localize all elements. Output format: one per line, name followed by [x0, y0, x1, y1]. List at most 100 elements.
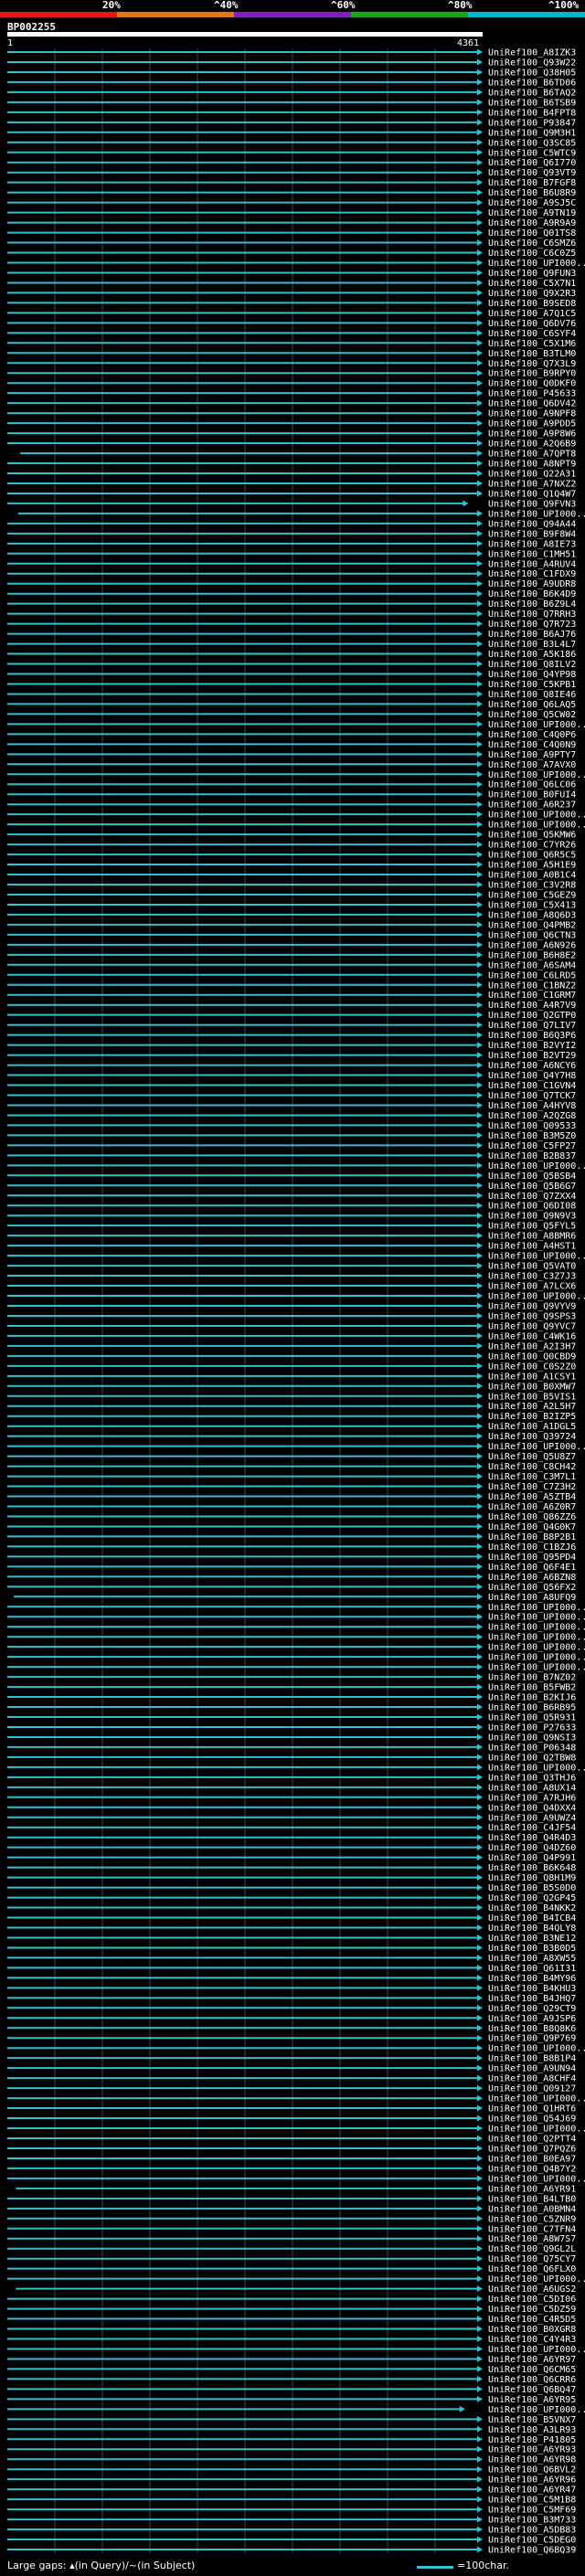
hit-label[interactable]: UniRef100_B0XGR8	[488, 2325, 576, 2335]
hit-label[interactable]: UniRef100_P45633	[488, 389, 576, 399]
hit-label[interactable]: UniRef100_Q9P769	[488, 2034, 576, 2044]
hit-label[interactable]: UniRef100_Q9VYV9	[488, 1301, 576, 1311]
hit-label[interactable]: UniRef100_C5X1M6	[488, 339, 576, 349]
hit-label[interactable]: UniRef100_B7FGF8	[488, 178, 576, 188]
hit-label[interactable]: UniRef100_B0XMW7	[488, 1382, 576, 1392]
hit-label[interactable]: UniRef100_B6RB95	[488, 1703, 576, 1713]
hit-label[interactable]: UniRef100_UPI000...	[488, 509, 585, 519]
hit-label[interactable]: UniRef100_A9PDD5	[488, 419, 576, 429]
hit-label[interactable]: UniRef100_UPI000...	[488, 2174, 585, 2184]
hit-label[interactable]: UniRef100_B9RPY0	[488, 369, 576, 379]
hit-label[interactable]: UniRef100_Q6DV42	[488, 399, 576, 409]
hit-label[interactable]: UniRef100_B3M733	[488, 2516, 576, 2526]
hit-label[interactable]: UniRef100_Q1HRT6	[488, 2104, 576, 2115]
hit-label[interactable]: UniRef100_Q2GP45	[488, 1893, 576, 1903]
hit-label[interactable]: UniRef100_B6TD06	[488, 78, 576, 88]
hit-label[interactable]: UniRef100_C4JF54	[488, 1823, 576, 1833]
hit-label[interactable]: UniRef100_Q7PQZ6	[488, 2144, 576, 2154]
hit-label[interactable]: UniRef100_A7NXZ2	[488, 479, 576, 489]
hit-label[interactable]: UniRef100_UPI000...	[488, 1252, 585, 1262]
hit-label[interactable]: UniRef100_A3LR93	[488, 2425, 576, 2435]
hit-label[interactable]: UniRef100_C5M1B8	[488, 2496, 576, 2506]
hit-label[interactable]: UniRef100_Q38H05	[488, 68, 576, 78]
hit-label[interactable]: UniRef100_P06348	[488, 1743, 576, 1753]
hit-label[interactable]: UniRef100_B6Q3P6	[488, 1031, 576, 1041]
hit-label[interactable]: UniRef100_A6YR93	[488, 2445, 576, 2455]
hit-label[interactable]: UniRef100_UPI000...	[488, 2274, 585, 2284]
hit-label[interactable]: UniRef100_B8Q8K6	[488, 2024, 576, 2034]
hit-label[interactable]: UniRef100_Q6F4E1	[488, 1563, 576, 1573]
hit-label[interactable]: UniRef100_B2KIJ6	[488, 1693, 576, 1703]
hit-label[interactable]: UniRef100_Q56FX2	[488, 1583, 576, 1593]
hit-label[interactable]: UniRef100_Q2GTP0	[488, 1011, 576, 1021]
hit-label[interactable]: UniRef100_Q6CM65	[488, 2365, 576, 2375]
hit-label[interactable]: UniRef100_B5S0D0	[488, 1883, 576, 1893]
hit-label[interactable]: UniRef100_Q93VT9	[488, 168, 576, 178]
hit-label[interactable]: UniRef100_B6Z9L4	[488, 599, 576, 610]
hit-label[interactable]: UniRef100_C5MF69	[488, 2506, 576, 2516]
hit-label[interactable]: UniRef100_A7Q1C5	[488, 309, 576, 319]
hit-label[interactable]: UniRef100_B6TAQ2	[488, 88, 576, 98]
hit-label[interactable]: UniRef100_C7TFN4	[488, 2224, 576, 2234]
hit-label[interactable]: UniRef100_UPI000...	[488, 2345, 585, 2355]
hit-label[interactable]: UniRef100_C3V2R8	[488, 881, 576, 891]
hit-label[interactable]: UniRef100_Q9GL2L	[488, 2244, 576, 2254]
hit-label[interactable]: UniRef100_UPI000...	[488, 811, 585, 821]
hit-label[interactable]: UniRef100_B9F8W4	[488, 529, 576, 539]
hit-label[interactable]: UniRef100_C4Q0P6	[488, 730, 576, 740]
hit-label[interactable]: UniRef100_P93847	[488, 118, 576, 128]
hit-label[interactable]: UniRef100_B6K4D9	[488, 589, 576, 599]
hit-label[interactable]: UniRef100_Q8ILV2	[488, 660, 576, 670]
hit-label[interactable]: UniRef100_A6YR91	[488, 2184, 576, 2194]
hit-label[interactable]: UniRef100_B3TLM0	[488, 349, 576, 359]
hit-label[interactable]: UniRef100_Q7RRH3	[488, 610, 576, 620]
hit-label[interactable]: UniRef100_A6YR98	[488, 2455, 576, 2465]
hit-label[interactable]: UniRef100_C4Q0N9	[488, 740, 576, 750]
hit-label[interactable]: UniRef100_B5VNX7	[488, 2415, 576, 2425]
hit-label[interactable]: UniRef100_Q95PD4	[488, 1553, 576, 1563]
hit-label[interactable]: UniRef100_C5FP27	[488, 1141, 576, 1151]
hit-label[interactable]: UniRef100_Q4DZ60	[488, 1843, 576, 1853]
hit-label[interactable]: UniRef100_Q6FLX0	[488, 2264, 576, 2274]
hit-label[interactable]: UniRef100_A5DB83	[488, 2526, 576, 2536]
hit-label[interactable]: UniRef100_A1CSY1	[488, 1372, 576, 1382]
hit-label[interactable]: UniRef100_A5ZTB4	[488, 1492, 576, 1502]
hit-label[interactable]: UniRef100_B6H8E2	[488, 950, 576, 960]
hit-label[interactable]: UniRef100_C6SYF4	[488, 329, 576, 339]
hit-label[interactable]: UniRef100_UPI000...	[488, 1653, 585, 1663]
hit-label[interactable]: UniRef100_C6SMZ6	[488, 239, 576, 249]
hit-label[interactable]: UniRef100_A4R7V9	[488, 1001, 576, 1011]
hit-label[interactable]: UniRef100_B4FPT8	[488, 108, 576, 118]
hit-label[interactable]: UniRef100_Q3THJ6	[488, 1773, 576, 1783]
hit-label[interactable]: UniRef100_A7QPT8	[488, 450, 576, 460]
hit-label[interactable]: UniRef100_A6YR47	[488, 2486, 576, 2496]
hit-label[interactable]: UniRef100_Q94A44	[488, 519, 576, 529]
hit-label[interactable]: UniRef100_P41805	[488, 2435, 576, 2445]
hit-label[interactable]: UniRef100_UPI000...	[488, 2405, 585, 2415]
hit-label[interactable]: UniRef100_A6YR96	[488, 2475, 576, 2486]
hit-label[interactable]: UniRef100_Q6DI08	[488, 1202, 576, 1212]
hit-label[interactable]: UniRef100_B4MY96	[488, 1974, 576, 1984]
hit-label[interactable]: UniRef100_B5FWB2	[488, 1683, 576, 1693]
hit-label[interactable]: UniRef100_Q54J69	[488, 2115, 576, 2125]
hit-label[interactable]: UniRef100_B0FUI4	[488, 790, 576, 800]
hit-label[interactable]: UniRef100_B2B837	[488, 1151, 576, 1161]
hit-label[interactable]: UniRef100_C6C0Z5	[488, 249, 576, 259]
hit-label[interactable]: UniRef100_Q2TBW8	[488, 1753, 576, 1763]
hit-label[interactable]: UniRef100_Q5R931	[488, 1713, 576, 1723]
hit-label[interactable]: UniRef100_A8UX14	[488, 1783, 576, 1793]
hit-label[interactable]: UniRef100_B5VIS1	[488, 1392, 576, 1402]
hit-label[interactable]: UniRef100_Q6LAQ5	[488, 700, 576, 710]
hit-label[interactable]: UniRef100_C1BNZ2	[488, 981, 576, 991]
hit-label[interactable]: UniRef100_C4Y4R3	[488, 2335, 576, 2345]
hit-label[interactable]: UniRef100_A8XW55	[488, 1954, 576, 1964]
hit-label[interactable]: UniRef100_A9NPF8	[488, 409, 576, 419]
hit-label[interactable]: UniRef100_C5GEZ9	[488, 890, 576, 900]
hit-label[interactable]: UniRef100_UPI000...	[488, 821, 585, 831]
hit-label[interactable]: UniRef100_UPI000...	[488, 1643, 585, 1653]
hit-label[interactable]: UniRef100_A7RJH6	[488, 1793, 576, 1803]
hit-label[interactable]: UniRef100_A9UWZ4	[488, 1813, 576, 1823]
hit-label[interactable]: UniRef100_B3B0D5	[488, 1944, 576, 1954]
hit-label[interactable]: UniRef100_Q5FYL5	[488, 1222, 576, 1232]
hit-label[interactable]: UniRef100_A6YR97	[488, 2355, 576, 2365]
